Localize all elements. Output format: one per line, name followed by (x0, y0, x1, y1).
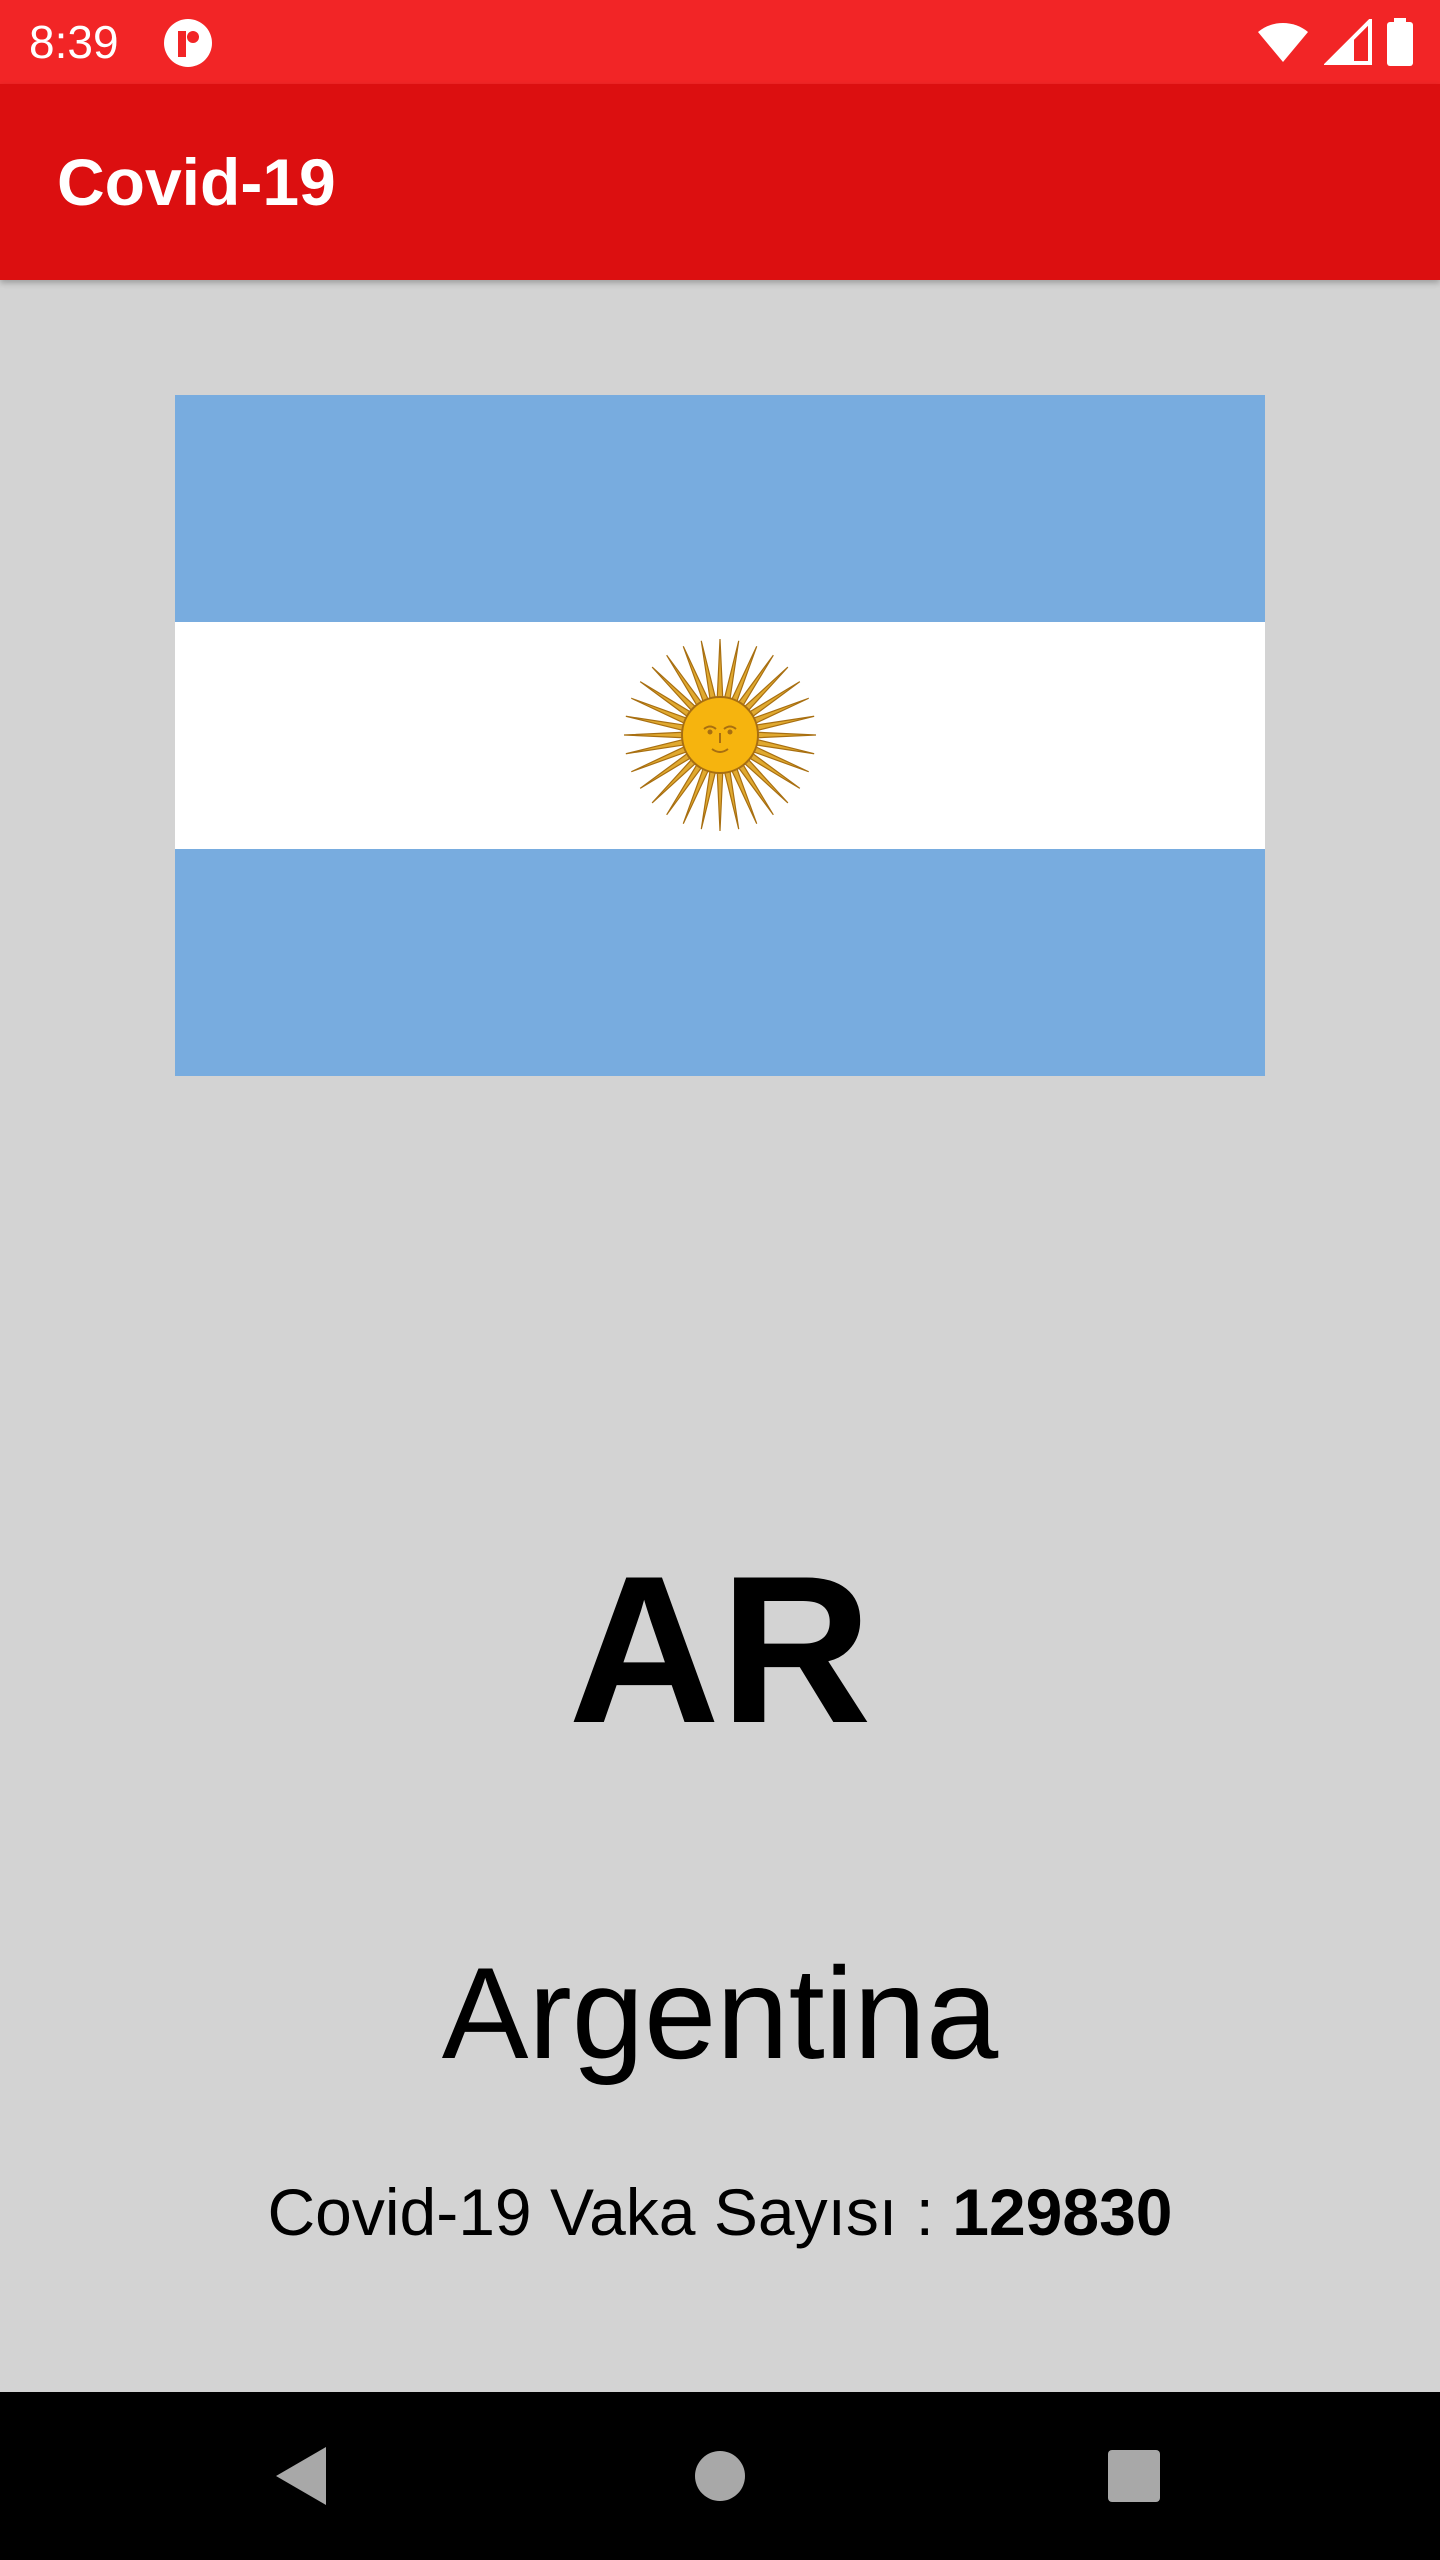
screen: 8:39 Covid-19 AR Argentina Covid-19 Vaka… (0, 0, 1440, 2560)
app-title: Covid-19 (57, 145, 336, 219)
wifi-icon (1258, 23, 1308, 62)
back-button[interactable] (180, 2392, 420, 2560)
app-bar: Covid-19 (0, 84, 1440, 280)
status-icons (1256, 16, 1414, 68)
cellular-signal-icon (1324, 19, 1372, 65)
home-button[interactable] (600, 2392, 840, 2560)
status-bar: 8:39 (0, 0, 1440, 84)
back-icon (276, 2447, 326, 2505)
status-time: 8:39 (29, 16, 119, 68)
sun-of-may-icon (623, 638, 817, 832)
case-count-label: Covid-19 Vaka Sayısı : (267, 2175, 953, 2249)
battery-icon (1387, 18, 1413, 66)
country-name: Argentina (441, 1940, 999, 2086)
country-code: AR (568, 1532, 872, 1767)
case-count-line: Covid-19 Vaka Sayısı : 129830 (0, 2170, 1440, 2254)
argentina-flag-image (175, 395, 1265, 1076)
case-count-value: 129830 (952, 2175, 1173, 2249)
navigation-bar (0, 2392, 1440, 2560)
recents-icon (1108, 2450, 1160, 2502)
recents-button[interactable] (1014, 2392, 1254, 2560)
app-notification-icon (164, 19, 212, 67)
home-icon (695, 2451, 745, 2501)
